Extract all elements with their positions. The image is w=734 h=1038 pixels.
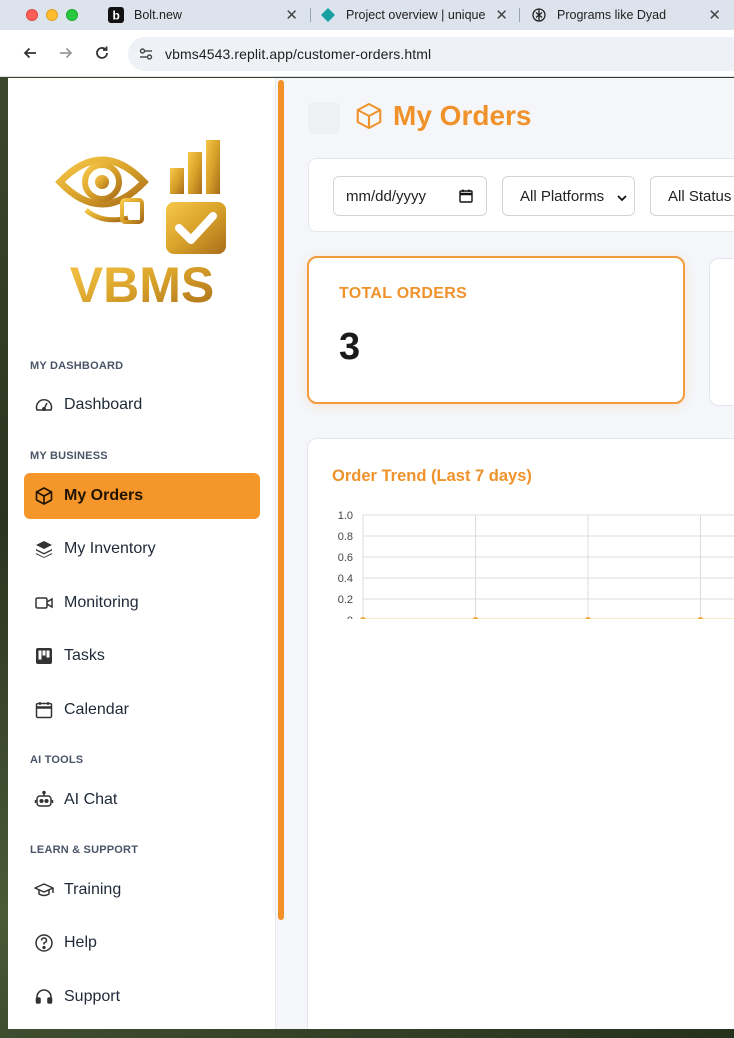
close-tab-icon[interactable]: ✕ [285, 6, 298, 24]
reload-icon[interactable] [92, 43, 112, 63]
video-camera-icon [34, 593, 54, 613]
sidebar-item-training[interactable]: Training [24, 867, 260, 913]
sidebar-item-ai-chat[interactable]: AI Chat [24, 777, 260, 823]
sidebar-item-support[interactable]: Support [24, 974, 260, 1020]
status-select[interactable]: All Status [650, 176, 734, 216]
y-tick-label: 0.4 [338, 573, 353, 585]
platform-select-value: All Platforms [520, 187, 605, 205]
layers-icon [34, 539, 54, 559]
graduation-cap-icon [34, 880, 54, 900]
data-point [360, 617, 366, 619]
browser-tab-strip: b Bolt.new ✕ Project overview | unique ✕… [0, 0, 734, 30]
bolt-icon: b [108, 7, 124, 23]
box-icon [354, 101, 384, 131]
date-placeholder: mm/dd/yyyy [346, 187, 427, 205]
tab-divider [519, 8, 520, 22]
app-page: VBMS MY DASHBOARD Dashboard MY BUSINESS … [8, 78, 734, 1029]
total-orders-value: 3 [339, 326, 361, 368]
sidebar-item-label: Tasks [64, 647, 105, 664]
sidebar-item-monitoring[interactable]: Monitoring [24, 580, 260, 626]
sidebar-item-label: My Orders [64, 487, 144, 504]
chart-title: Order Trend (Last 7 days) [332, 467, 532, 485]
forward-arrow-icon[interactable] [56, 43, 76, 63]
browser-tab-2[interactable]: Project overview | unique ✕ [320, 0, 508, 30]
tab-divider [310, 8, 311, 22]
y-tick-label: 0.2 [338, 594, 353, 606]
tab-title: Bolt.new [134, 8, 182, 22]
sidebar-item-calendar[interactable]: Calendar [24, 687, 260, 733]
sidebar-item-help[interactable]: Help [24, 920, 260, 966]
sidebar-item-dashboard[interactable]: Dashboard [24, 382, 260, 428]
diamond-icon [320, 7, 336, 23]
main-content: My Orders mm/dd/yyyy All Platforms All S… [284, 78, 734, 1029]
sidebar-item-tasks[interactable]: Tasks [24, 633, 260, 679]
calendar-icon [34, 700, 54, 720]
y-tick-label: 0 [347, 615, 353, 619]
sidebar-item-label: Help [64, 934, 97, 951]
y-tick-label: 0.8 [338, 531, 353, 543]
order-trend-card: Order Trend (Last 7 days) 0 0.2 0.4 0.6 0.8 1… [307, 438, 734, 1029]
data-point [585, 617, 591, 619]
browser-tab-3[interactable]: Programs like Dyad ✕ [531, 0, 721, 30]
calendar-icon[interactable] [458, 188, 474, 208]
status-select-value: All Status [668, 187, 732, 205]
total-orders-label: TOTAL ORDERS [339, 285, 468, 302]
menu-toggle-button[interactable] [308, 102, 340, 134]
question-circle-icon [34, 933, 54, 953]
filter-bar: mm/dd/yyyy All Platforms All Status [308, 158, 734, 232]
svg-text:b: b [113, 9, 120, 23]
headset-icon [34, 987, 54, 1007]
window-controls [26, 9, 78, 21]
minimize-window-button[interactable] [46, 9, 58, 21]
sidebar-item-label: Monitoring [64, 594, 139, 611]
sidebar-item-label: Calendar [64, 701, 129, 718]
y-tick-label: 0.6 [338, 552, 353, 564]
sidebar-item-my-inventory[interactable]: My Inventory [24, 526, 260, 572]
maximize-window-button[interactable] [66, 9, 78, 21]
page-title-text: My Orders [393, 100, 532, 131]
gauge-icon [34, 395, 54, 415]
tab-title: Project overview | unique [346, 8, 486, 22]
data-point [472, 617, 479, 619]
section-my-business: MY BUSINESS [30, 450, 108, 462]
address-bar[interactable]: vbms4543.replit.app/customer-orders.html [128, 37, 734, 71]
sidebar-item-my-orders[interactable]: My Orders [24, 473, 260, 519]
sidebar-item-label: AI Chat [64, 791, 118, 808]
kanban-icon [34, 646, 54, 666]
robot-icon [34, 790, 54, 810]
sidebar-item-label: Dashboard [64, 396, 143, 413]
date-filter-input[interactable]: mm/dd/yyyy [333, 176, 487, 216]
back-arrow-icon[interactable] [20, 43, 40, 63]
y-tick-label: 1.0 [338, 510, 353, 522]
box-icon [34, 486, 54, 506]
close-window-button[interactable] [26, 9, 38, 21]
sidebar: VBMS MY DASHBOARD Dashboard MY BUSINESS … [8, 78, 276, 1029]
site-settings-icon[interactable] [138, 46, 154, 67]
openai-icon [531, 7, 547, 23]
platform-select[interactable]: All Platforms [502, 176, 635, 216]
section-my-dashboard: MY DASHBOARD [30, 360, 124, 372]
sidebar-item-label: My Inventory [64, 540, 156, 557]
section-ai-tools: AI TOOLS [30, 754, 84, 766]
data-point [697, 617, 704, 619]
svg-text:VBMS: VBMS [70, 257, 214, 310]
browser-tab-1[interactable]: b Bolt.new ✕ [108, 0, 298, 30]
tab-title: Programs like Dyad [557, 8, 667, 22]
page-title: My Orders [354, 100, 532, 132]
url-text: vbms4543.replit.app/customer-orders.html [165, 46, 432, 62]
chevron-down-icon [616, 191, 628, 208]
browser-toolbar: vbms4543.replit.app/customer-orders.html [0, 30, 734, 77]
close-tab-icon[interactable]: ✕ [708, 6, 721, 24]
close-tab-icon[interactable]: ✕ [495, 6, 508, 24]
sidebar-item-label: Training [64, 881, 122, 898]
vbms-logo: VBMS [52, 134, 232, 313]
total-orders-card: TOTAL ORDERS 3 [307, 256, 685, 404]
order-trend-chart: 00.20.40.60.81.007-2207-2307-2407-25 [338, 510, 734, 619]
sidebar-item-label: Support [64, 988, 121, 1005]
section-learn-support: LEARN & SUPPORT [30, 844, 139, 856]
stat-card [709, 258, 734, 406]
